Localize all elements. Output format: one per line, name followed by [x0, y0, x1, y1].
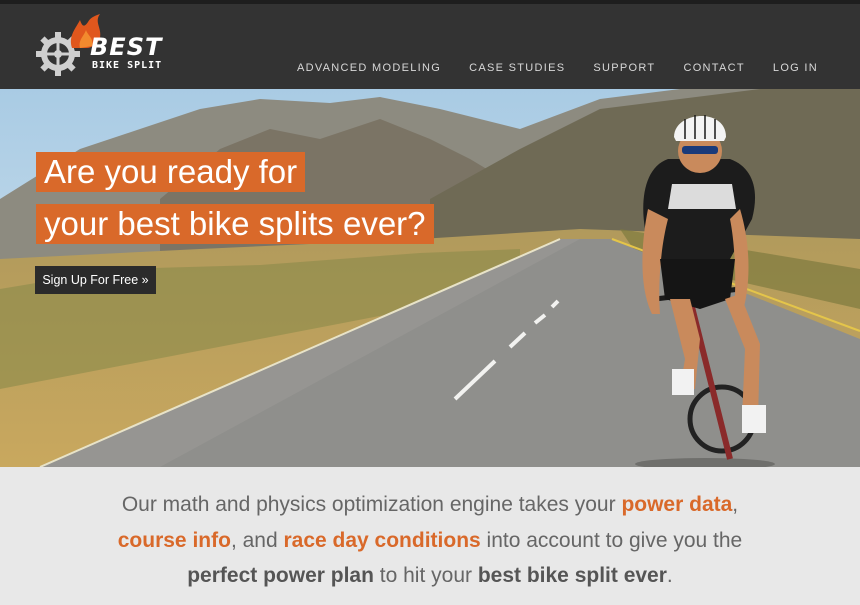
tagline-text: ,: [732, 493, 739, 516]
logo-text-sub: BIKE SPLIT: [92, 60, 163, 71]
tagline-line3: perfect power plan to hit your best bike…: [0, 558, 860, 594]
bold-perfect-power-plan: perfect power plan: [187, 564, 374, 587]
tagline-text: .: [666, 564, 673, 587]
nav-case-studies[interactable]: CASE STUDIES: [469, 62, 565, 74]
tagline-text: to hit your: [373, 564, 478, 587]
highlight-power-data: power data: [621, 493, 733, 516]
highlight-race-day-conditions: race day conditions: [283, 528, 481, 552]
hero-headline-line1: Are you ready for: [36, 152, 306, 192]
logo[interactable]: BEST BIKE SPLIT: [34, 14, 174, 80]
logo-text-main: BEST: [90, 33, 163, 61]
sign-up-button[interactable]: Sign Up For Free »: [35, 266, 156, 294]
nav-contact[interactable]: CONTACT: [683, 62, 744, 74]
bold-best-bike-split-ever: best bike split ever: [477, 564, 667, 587]
hero: Are you ready for your best bike splits …: [0, 89, 860, 467]
navbar: BEST BIKE SPLIT ADVANCED MODELING CASE S…: [0, 4, 860, 89]
tagline-text: , and: [230, 528, 284, 552]
tagline-section: Our math and physics optimization engine…: [0, 467, 860, 605]
nav-advanced-modeling[interactable]: ADVANCED MODELING: [297, 62, 441, 74]
nav-log-in[interactable]: LOG IN: [773, 62, 818, 74]
main-nav: ADVANCED MODELING CASE STUDIES SUPPORT C…: [269, 62, 818, 74]
highlight-course-info: course info: [117, 528, 231, 552]
hero-headline-line2: your best bike splits ever?: [36, 204, 434, 244]
nav-support[interactable]: SUPPORT: [593, 62, 655, 74]
tagline-line1: Our math and physics optimization engine…: [0, 487, 860, 523]
tagline-text: Our math and physics optimization engine…: [121, 493, 622, 516]
tagline-text: into account to give you the: [480, 528, 743, 552]
tagline-line2: course info, and race day conditions int…: [0, 523, 860, 559]
